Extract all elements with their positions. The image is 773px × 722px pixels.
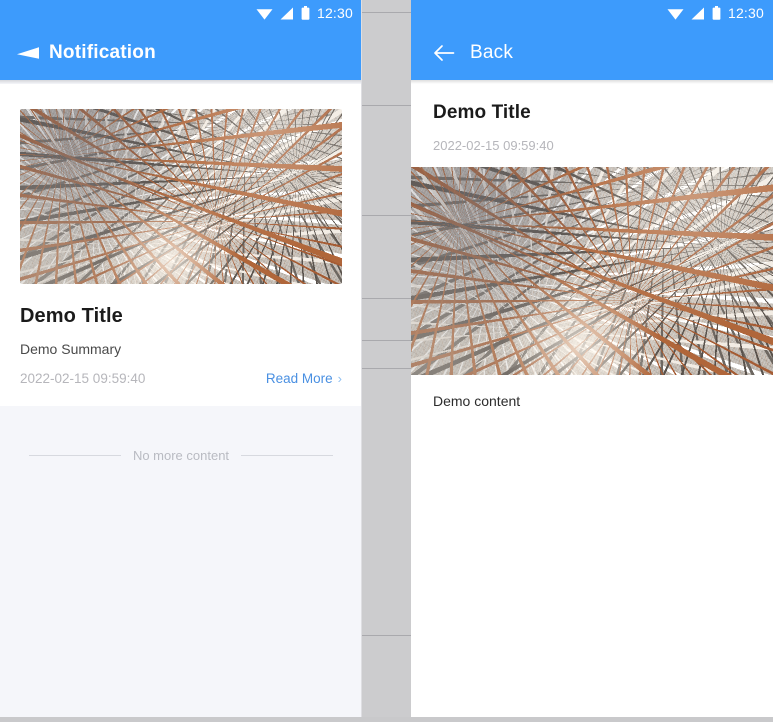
cellular-signal-icon [280, 7, 293, 19]
seam-divider [362, 105, 411, 106]
detail-title: Demo Title [433, 102, 531, 123]
status-bar-clock: 12:30 [316, 5, 353, 21]
detail-body-text: Demo content [411, 375, 773, 427]
notification-detail-screen: 12:30 Back Demo Title 2022-02-15 09:59:4… [411, 0, 773, 722]
battery-icon [301, 6, 310, 20]
chevron-right-icon: › [337, 371, 342, 386]
wifi-icon [667, 8, 684, 20]
card-date: 2022-02-15 09:59:40 [20, 371, 146, 386]
panel-seam-band [362, 0, 411, 722]
cellular-signal-icon [691, 7, 704, 19]
back-triangle-icon[interactable] [14, 45, 40, 61]
left-panel-edge [361, 0, 362, 722]
detail-header: Demo Title 2022-02-15 09:59:40 [411, 84, 773, 167]
card-top-spacer [0, 84, 362, 109]
app-bar-title: Back [470, 42, 514, 63]
notification-list[interactable]: Demo Title Demo Summary 2022-02-15 09:59… [0, 84, 362, 463]
no-more-content-divider: No more content [0, 448, 362, 463]
wifi-icon [256, 8, 273, 20]
no-more-content-label: No more content [132, 448, 230, 463]
detail-date: 2022-02-15 09:59:40 [433, 138, 554, 153]
notification-list-screen: 12:30 Notification Demo Title Demo Summa… [0, 0, 362, 722]
status-bar-right: 12:30 [411, 0, 773, 26]
app-bar-title: Notification [49, 42, 156, 63]
notification-card[interactable]: Demo Title Demo Summary 2022-02-15 09:59… [0, 84, 362, 406]
seam-divider [362, 298, 411, 299]
seam-divider [362, 12, 411, 13]
status-bar-left: 12:30 [0, 0, 362, 26]
detail-hero-image [411, 167, 773, 375]
seam-divider [362, 340, 411, 341]
screen-root: 12:30 Notification Demo Title Demo Summa… [0, 0, 773, 722]
card-footer: 2022-02-15 09:59:40 Read More › [20, 371, 342, 386]
card-thumbnail-image [20, 109, 342, 284]
read-more-button[interactable]: Read More › [266, 371, 342, 386]
card-title: Demo Title [20, 305, 123, 327]
divider-rule-left [28, 455, 121, 456]
read-more-label: Read More [265, 371, 333, 386]
divider-rule-right [241, 455, 334, 456]
bottom-edge-bar [0, 717, 773, 722]
arrow-left-icon[interactable] [433, 44, 455, 62]
status-bar-clock: 12:30 [727, 5, 764, 21]
battery-icon [712, 6, 721, 20]
seam-divider [362, 215, 411, 216]
seam-divider [362, 368, 411, 369]
app-bar-left: Notification [0, 26, 362, 80]
app-bar-right: Back [411, 26, 773, 80]
card-summary: Demo Summary [20, 341, 122, 357]
seam-divider [362, 635, 411, 636]
